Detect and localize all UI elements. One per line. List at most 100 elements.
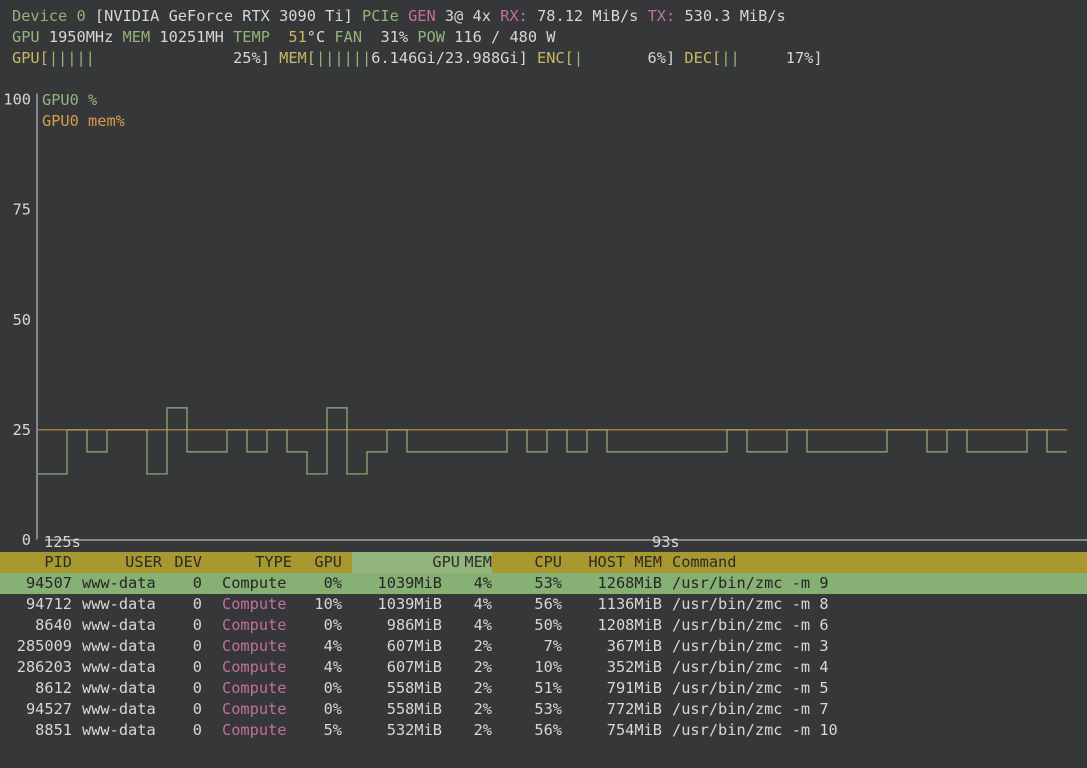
cell-command: /usr/bin/zmc -m 3 [672,637,829,655]
enc-meter-fill: | [573,49,584,67]
temp-label: TEMP [233,28,270,46]
col-header-gpu[interactable]: GPU [300,552,342,573]
table-row[interactable]: 94507 www-data 0 Compute 0% 1039MiB 4% 53% 1268M… [0,573,1087,594]
table-row[interactable]: 286203 www-data 0 Compute 4% 607MiB 2% 10% 352Mi… [0,657,1087,678]
cell-cpu: 51% [534,679,562,697]
cell-pid: 8640 [35,616,72,634]
cell-pid: 285009 [16,637,72,655]
cell-dev: 0 [192,700,202,718]
cell-host-mem: 1136MiB [597,595,662,613]
cell-mem-pct: 2% [473,721,492,739]
mem-clock-value: 10251MH [159,28,224,46]
legend-gpu-mem: GPU0 mem% [42,112,125,130]
cell-dev: 0 [192,595,202,613]
cell-type: Compute [222,700,287,718]
cell-gpu-mem: 532MiB [386,721,442,739]
gpu-meter-value: 25%] [233,49,270,67]
y-tick-label: 0 [22,531,31,549]
rx-label: RX: [500,7,528,25]
rx-value: 78.12 MiB/s [537,7,639,25]
cell-mem-pct: 4% [473,616,492,634]
cell-mem-pct: 4% [473,595,492,613]
y-tick-label: 100 [3,91,31,109]
cell-user: www-data [82,700,156,718]
dec-meter-label: DEC[ [684,49,722,67]
cell-cpu: 56% [534,721,562,739]
cell-cpu: 53% [534,700,562,718]
cell-command: /usr/bin/zmc -m 6 [672,616,829,634]
cell-type: Compute [222,679,287,697]
cell-type: Compute [222,616,287,634]
col-header-mem-pct[interactable]: MEM [454,552,492,573]
y-tick-label: 25 [13,421,31,439]
cell-user: www-data [82,595,156,613]
cell-gpu-pct: 4% [323,658,342,676]
cell-pid: 94712 [25,595,72,613]
pcie-label: PCIe [362,7,399,25]
gpu-clock-value: 1950MHz [48,28,114,46]
dec-meter-fill: || [721,49,740,67]
cell-command: /usr/bin/zmc -m 7 [672,700,829,718]
mem-clock-label: MEM [122,28,151,46]
table-row[interactable]: 8640 www-data 0 Compute 0% 986MiB 4% 50% 1208MiB… [0,615,1087,636]
col-header-pid[interactable]: PID [10,552,72,573]
cell-command: /usr/bin/zmc -m 5 [672,679,829,697]
cell-pid: 286203 [16,658,72,676]
temp-value: 51 [288,28,307,46]
cell-host-mem: 772MiB [606,700,662,718]
cell-gpu-mem: 1039MiB [377,595,442,613]
cell-gpu-pct: 4% [323,637,342,655]
col-header-command[interactable]: Command [672,552,736,573]
y-tick-label: 75 [13,201,31,219]
cell-host-mem: 754MiB [606,721,662,739]
meters-line: GPU[||||| 25%] MEM[||||||6.146Gi/23.988G… [12,48,823,69]
cell-command: /usr/bin/zmc -m 10 [672,721,838,739]
cell-host-mem: 1208MiB [597,616,662,634]
col-header-type[interactable]: TYPE [222,552,292,573]
table-row[interactable]: 8612 www-data 0 Compute 0% 558MiB 2% 51% 791MiB /… [0,678,1087,699]
col-header-cpu[interactable]: CPU [520,552,562,573]
cell-dev: 0 [192,637,202,655]
cell-gpu-mem: 558MiB [386,700,442,718]
table-row[interactable]: 94527 www-data 0 Compute 0% 558MiB 2% 53% 772MiB… [0,699,1087,720]
col-header-user[interactable]: USER [100,552,162,573]
cell-cpu: 50% [534,616,562,634]
cell-cpu: 10% [534,658,562,676]
cell-pid: 8612 [35,679,72,697]
cell-dev: 0 [192,679,202,697]
cell-cpu: 53% [534,574,562,592]
cell-user: www-data [82,616,156,634]
cell-user: www-data [82,721,156,739]
col-header-gpu-mem[interactable]: GPU [400,552,460,573]
cell-host-mem: 367MiB [606,637,662,655]
table-row[interactable]: 8851 www-data 0 Compute 5% 532MiB 2% 56% 754MiB /… [0,720,1087,741]
cell-gpu-mem: 607MiB [386,658,442,676]
cell-command: /usr/bin/zmc -m 4 [672,658,829,676]
device-info-line: Device 0 [NVIDIA GeForce RTX 3090 Ti] PC… [12,6,786,27]
gen-value: 3@ 4x [444,7,491,25]
cell-gpu-mem: 607MiB [386,637,442,655]
pow-label: POW [417,28,445,46]
device-name: [NVIDIA GeForce RTX 3090 Ti] [94,7,353,25]
cell-gpu-pct: 0% [323,679,342,697]
cell-pid: 94507 [25,574,72,592]
cell-pid: 8851 [35,721,72,739]
cell-gpu-pct: 5% [323,721,342,739]
cell-type: Compute [222,658,287,676]
col-header-dev[interactable]: DEV [164,552,202,573]
cell-type: Compute [222,637,287,655]
cell-host-mem: 791MiB [606,679,662,697]
gpu-meter-fill: ||||| [48,49,95,67]
cell-cpu: 56% [534,595,562,613]
table-row[interactable]: 94712 www-data 0 Compute 10% 1039MiB 4% 56% 1136… [0,594,1087,615]
gen-label: GEN [408,7,436,25]
cell-dev: 0 [192,616,202,634]
col-header-host-mem[interactable]: HOST MEM [570,552,662,573]
cell-gpu-pct: 0% [323,616,342,634]
pow-value: 116 / 480 W [454,28,556,46]
gpu-clock-label: GPU [12,28,40,46]
device-label: Device 0 [12,7,86,25]
tx-value: 530.3 MiB/s [684,7,786,25]
table-row[interactable]: 285009 www-data 0 Compute 4% 607MiB 2% 7% 367MiB… [0,636,1087,657]
cell-dev: 0 [192,721,202,739]
